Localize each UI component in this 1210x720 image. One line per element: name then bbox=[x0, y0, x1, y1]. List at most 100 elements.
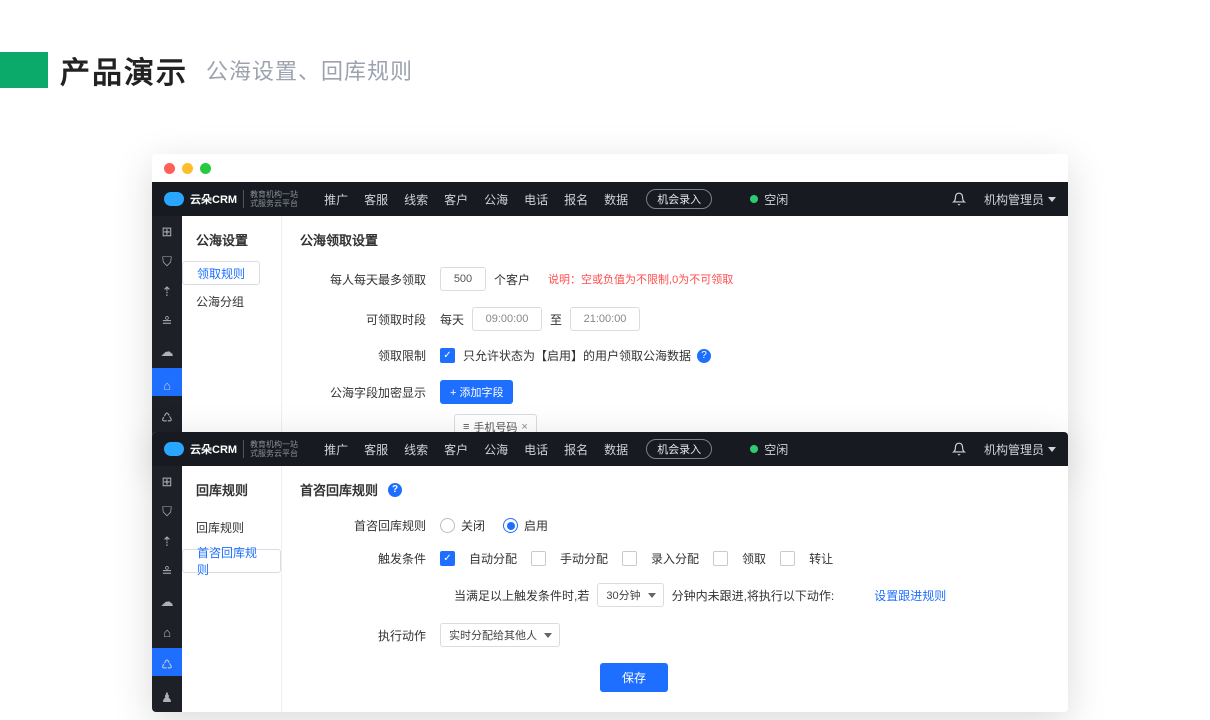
add-field-button[interactable]: + 添加字段 bbox=[440, 380, 513, 404]
nav-item[interactable]: 电话 bbox=[524, 191, 548, 208]
rail-icon-cloud[interactable]: ☁ bbox=[158, 594, 176, 610]
cond-text2: 分钟内未跟进,将执行以下动作: bbox=[672, 587, 835, 604]
rail-icon-shield[interactable]: ⛉ bbox=[158, 504, 176, 520]
cloud-icon bbox=[164, 442, 184, 456]
rail-icon-cloud[interactable]: ☁ bbox=[158, 344, 176, 360]
status[interactable]: 空闲 bbox=[750, 441, 788, 458]
chevron-down-icon bbox=[1048, 197, 1056, 202]
nav-item[interactable]: 推广 bbox=[324, 191, 348, 208]
row-restriction: 领取限制 ✓ 只允许状态为【启用】的用户领取公海数据 ? bbox=[300, 347, 1050, 364]
radio-off[interactable]: 关闭 bbox=[440, 517, 485, 534]
cb-claim[interactable]: 领取 bbox=[713, 550, 766, 567]
rail-icon-dashboard[interactable]: ⊞ bbox=[158, 224, 176, 240]
rail-icon-stats[interactable]: ⇡ bbox=[158, 534, 176, 550]
zoom-dot[interactable] bbox=[200, 163, 211, 174]
user-menu[interactable]: 机构管理员 bbox=[984, 191, 1056, 208]
brand-logo: 云朵CRM 教育机构一站式服务云平台 bbox=[164, 440, 298, 458]
nav-item[interactable]: 客服 bbox=[364, 191, 388, 208]
chevron-down-icon bbox=[544, 633, 552, 638]
row-action: 执行动作 实时分配给其他人 bbox=[300, 623, 1050, 647]
row-condition: 当满足以上触发条件时,若 30分钟 分钟内未跟进,将执行以下动作: 设置跟进规则 bbox=[300, 583, 1050, 607]
sidebar-item-return[interactable]: 回库规则 bbox=[182, 511, 281, 544]
rail-icon-person[interactable]: ♟ bbox=[158, 690, 176, 706]
app-window-2: 云朵CRM 教育机构一站式服务云平台 推广 客服 线索 客户 公海 电话 报名 … bbox=[152, 432, 1068, 712]
rail-icon-home[interactable]: ⌂ bbox=[152, 368, 182, 396]
brand-name: 云朵CRM bbox=[190, 191, 237, 207]
nav-item[interactable]: 客服 bbox=[364, 441, 388, 458]
rail-icon-recycle[interactable]: ♺ bbox=[158, 410, 176, 426]
nav-item[interactable]: 线索 bbox=[404, 191, 428, 208]
section-title: 首咨回库规则 ? bbox=[300, 480, 1050, 499]
label: 执行动作 bbox=[300, 627, 440, 644]
action-pill[interactable]: 机会录入 bbox=[646, 189, 712, 209]
nav-item[interactable]: 报名 bbox=[564, 441, 588, 458]
nav-item[interactable]: 推广 bbox=[324, 441, 348, 458]
user-menu[interactable]: 机构管理员 bbox=[984, 441, 1056, 458]
save-button[interactable]: 保存 bbox=[600, 663, 668, 692]
cb-manual[interactable]: 手动分配 bbox=[531, 550, 608, 567]
cb-transfer[interactable]: 转让 bbox=[780, 550, 833, 567]
nav-item[interactable]: 公海 bbox=[484, 191, 508, 208]
action-pill[interactable]: 机会录入 bbox=[646, 439, 712, 459]
rail-icon-stats[interactable]: ⇡ bbox=[158, 284, 176, 300]
status-dot-icon bbox=[750, 445, 758, 453]
section-title: 公海领取设置 bbox=[300, 230, 1050, 249]
close-dot[interactable] bbox=[164, 163, 175, 174]
max-input[interactable] bbox=[440, 267, 486, 291]
bell-icon[interactable] bbox=[952, 442, 966, 456]
brand-name: 云朵CRM bbox=[190, 441, 237, 457]
prefix: 每天 bbox=[440, 311, 464, 328]
bell-icon[interactable] bbox=[952, 192, 966, 206]
rail-icon-shield[interactable]: ⛉ bbox=[158, 254, 176, 270]
label: 可领取时段 bbox=[300, 311, 440, 328]
top-nav: 云朵CRM 教育机构一站式服务云平台 推广 客服 线索 客户 公海 电话 报名 … bbox=[152, 182, 1068, 216]
title-sub: 公海设置、回库规则 bbox=[206, 54, 413, 86]
unit: 个客户 bbox=[494, 271, 530, 288]
radio-on[interactable]: 启用 bbox=[503, 517, 548, 534]
action-select[interactable]: 实时分配给其他人 bbox=[440, 623, 560, 647]
time-from[interactable] bbox=[472, 307, 542, 331]
nav-item[interactable]: 客户 bbox=[444, 191, 468, 208]
sidebar-item-groups[interactable]: 公海分组 bbox=[182, 285, 281, 318]
rail-icon-user[interactable]: ≗ bbox=[158, 564, 176, 580]
note: 说明：空或负值为不限制,0为不可领取 bbox=[548, 271, 733, 287]
sep: 至 bbox=[550, 311, 562, 328]
brand-sub: 教育机构一站式服务云平台 bbox=[243, 190, 298, 208]
cb-auto[interactable]: ✓自动分配 bbox=[440, 550, 517, 567]
nav-items: 推广 客服 线索 客户 公海 电话 报名 数据 bbox=[324, 441, 628, 458]
rail-icon-user[interactable]: ≗ bbox=[158, 314, 176, 330]
traffic-lights bbox=[152, 154, 1068, 182]
duration-select[interactable]: 30分钟 bbox=[597, 583, 663, 607]
row-max-per-day: 每人每天最多领取 个客户 说明：空或负值为不限制,0为不可领取 bbox=[300, 267, 1050, 291]
nav-items: 推广 客服 线索 客户 公海 电话 报名 数据 bbox=[324, 191, 628, 208]
nav-item[interactable]: 数据 bbox=[604, 441, 628, 458]
status[interactable]: 空闲 bbox=[750, 191, 788, 208]
help-icon[interactable]: ? bbox=[697, 349, 711, 363]
rail-icon-dashboard[interactable]: ⊞ bbox=[158, 474, 176, 490]
label: 首咨回库规则 bbox=[300, 517, 440, 534]
help-icon[interactable]: ? bbox=[388, 483, 402, 497]
rail-icon-recycle[interactable]: ♺ bbox=[152, 648, 182, 676]
set-rule-link[interactable]: 设置跟进规则 bbox=[874, 587, 946, 604]
content-area: 首咨回库规则 ? 首咨回库规则 关闭 启用 触发条件 ✓自动分配 手动分配 录入… bbox=[282, 466, 1068, 712]
cb-input[interactable]: 录入分配 bbox=[622, 550, 699, 567]
nav-item[interactable]: 电话 bbox=[524, 441, 548, 458]
status-dot-icon bbox=[750, 195, 758, 203]
nav-item[interactable]: 报名 bbox=[564, 191, 588, 208]
sidebar-item-rules[interactable]: 领取规则 bbox=[182, 261, 260, 285]
sidebar-header: 回库规则 bbox=[182, 480, 281, 511]
nav-item[interactable]: 线索 bbox=[404, 441, 428, 458]
brand-sub: 教育机构一站式服务云平台 bbox=[243, 440, 298, 458]
nav-item[interactable]: 公海 bbox=[484, 441, 508, 458]
nav-item[interactable]: 数据 bbox=[604, 191, 628, 208]
icon-rail: ⊞ ⛉ ⇡ ≗ ☁ ⌂ ♺ ♟ bbox=[152, 216, 182, 460]
chevron-down-icon bbox=[1048, 447, 1056, 452]
checkbox-enabled[interactable]: ✓ bbox=[440, 348, 455, 363]
nav-item[interactable]: 客户 bbox=[444, 441, 468, 458]
rail-icon-home[interactable]: ⌂ bbox=[158, 624, 176, 640]
row-triggers: 触发条件 ✓自动分配 手动分配 录入分配 领取 转让 bbox=[300, 550, 1050, 567]
minimize-dot[interactable] bbox=[182, 163, 193, 174]
time-to[interactable] bbox=[570, 307, 640, 331]
sidebar-item-first[interactable]: 首咨回库规则 bbox=[182, 549, 281, 573]
chevron-down-icon bbox=[648, 593, 656, 598]
